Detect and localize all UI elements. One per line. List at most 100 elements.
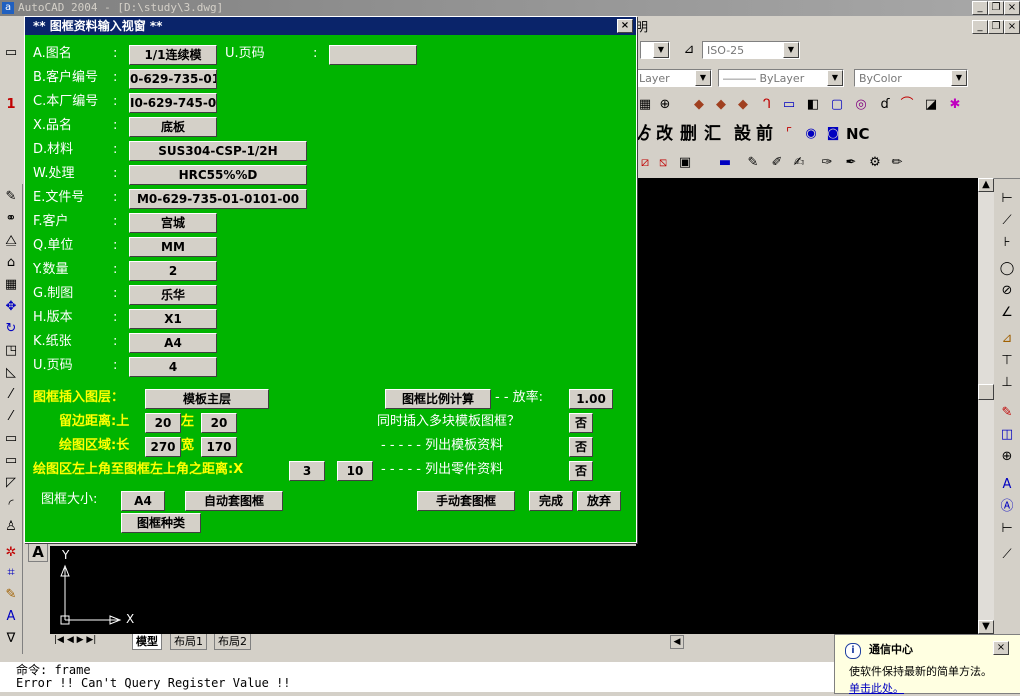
offset-icon[interactable]: ⌂ [2,254,20,272]
tool-wand-icon[interactable]: ✍ [790,154,808,172]
window-icon[interactable]: ▬ [716,154,734,172]
area-length-field[interactable]: 270 [145,437,181,457]
page-field[interactable] [329,45,417,65]
copy-icon[interactable]: ⚭ [2,210,20,228]
corner-icon[interactable]: ⌜ [780,125,798,143]
dialog-close-icon[interactable]: × [617,19,633,33]
list-template-toggle[interactable]: 否 [569,437,593,457]
tool-j-icon[interactable]: ⌒ [898,96,916,114]
rotate-icon[interactable]: ↻ [2,320,20,338]
continue-dim-icon[interactable]: ⊥ [998,374,1016,392]
custom-btn-4[interactable]: 設 [734,123,751,145]
strip-icon-a[interactable]: 1 [2,96,20,114]
unit-field[interactable]: MM [129,237,217,257]
scale-icon[interactable]: ◳ [2,342,20,360]
paper-field[interactable]: A4 [129,333,217,353]
tool-d-icon[interactable]: ᒉ [758,96,776,114]
tab-layout2[interactable]: 布局2 [214,634,251,650]
diameter-dim-icon[interactable]: ⊘ [998,282,1016,300]
tool-brush-icon[interactable]: ✐ [768,154,786,172]
tool-m-icon[interactable]: ✑ [818,154,836,172]
linear-dim-icon[interactable]: ⊢ [998,190,1016,208]
edit-icon[interactable]: ゟ [636,123,653,145]
explode2-icon[interactable]: ♙ [2,518,20,536]
custom-btn-1[interactable]: 改 [656,123,673,145]
hscroll-left-icon[interactable]: ◀ [670,635,684,649]
join-icon[interactable]: ▭ [2,452,20,470]
tool-b-icon[interactable]: ◆ [712,96,730,114]
redline-icon[interactable]: ▣ [676,154,694,172]
tab-model[interactable]: 模型 [132,634,162,650]
customer-no-field[interactable]: 0-629-735-01 [129,69,217,89]
tool-pencil-icon[interactable]: ✎ [744,154,762,172]
tab-nav-first-icon[interactable]: |◀ ◀ ▶ ▶| [54,635,96,645]
strip-icon-b[interactable]: ▭ [2,44,20,62]
tool-c-icon[interactable]: ◆ [734,96,752,114]
drawing-area-upper[interactable] [636,178,978,548]
product-field[interactable]: 底板 [129,117,217,137]
material-field[interactable]: SUS304-CSP-1/2H [129,141,307,161]
tolerance-icon[interactable]: ◫ [998,426,1016,444]
custom-btn-3[interactable]: 汇 [704,123,721,145]
quantity-field[interactable]: 2 [129,261,217,281]
dimtedit-icon[interactable]: Ⓐ [998,498,1016,516]
chamfer-icon[interactable]: ◸ [2,474,20,492]
array-icon[interactable]: ▦ [2,276,20,294]
tool-h-icon[interactable]: ◎ [852,96,870,114]
tool-k-icon[interactable]: ◪ [922,96,940,114]
multi-insert-toggle[interactable]: 否 [569,413,593,433]
layer-combo[interactable]: Layer ▼ [634,69,712,87]
frame-size-button[interactable]: A4 [121,491,165,511]
treatment-field[interactable]: HRC55%%D [129,165,307,185]
list-parts-toggle[interactable]: 否 [569,461,593,481]
manual-frame-button[interactable]: 手动套图框 [417,491,515,511]
ordinate-dim-icon[interactable]: ⊦ [998,234,1016,252]
break-icon[interactable]: ▭ [2,430,20,448]
circle-plus-icon[interactable]: ⊕ [656,96,674,114]
dimstyle2-icon[interactable]: ⟋ [998,546,1016,564]
done-button[interactable]: 完成 [529,491,573,511]
tool-v-icon[interactable]: ∇ [2,630,20,648]
explode-icon[interactable]: ⧄ [636,154,654,172]
custom-btn-5[interactable]: 前 [756,123,773,145]
square-icon[interactable]: ◙ [824,125,842,143]
stretch-icon[interactable]: ◺ [2,364,20,382]
restore-icon[interactable]: ❐ [988,1,1004,15]
scale-calc-button[interactable]: 图框比例计算 [385,389,491,409]
doc-restore-icon[interactable]: ❐ [988,20,1004,34]
layout-text-icon[interactable]: A [28,542,48,562]
tool-g-icon[interactable]: ▢ [828,96,846,114]
scroll-thumb[interactable] [978,384,994,400]
drafter-field[interactable]: 乐华 [129,285,217,305]
dimupdate-icon[interactable]: ⊢ [998,520,1016,538]
file-no-field[interactable]: M0-629-735-01-0101-00 [129,189,307,209]
style-combo[interactable]: ▼ [640,41,670,59]
center-mark-icon[interactable]: ⊕ [998,448,1016,466]
insert-layer-button[interactable]: 模板主层 [145,389,269,409]
target-icon[interactable]: ◉ [802,125,820,143]
tab-layout1[interactable]: 布局1 [170,634,207,650]
tool-z-icon[interactable]: ✎ [2,586,20,604]
drawing-area[interactable]: Y X [50,546,978,634]
erase-icon[interactable]: ✎ [2,188,20,206]
scroll-down-icon[interactable]: ▼ [978,620,994,634]
custom-btn-2[interactable]: 删 [680,123,697,145]
baseline-dim-icon[interactable]: ⊤ [998,352,1016,370]
grid-icon[interactable]: ▦ [636,96,654,114]
color-combo[interactable]: ByColor ▼ [854,69,968,87]
nc-button[interactable]: NC [846,123,870,145]
tool-x-icon[interactable]: ✲ [2,544,20,562]
aligned-dim-icon[interactable]: ⟋ [998,212,1016,230]
tool-l-icon[interactable]: ✱ [946,96,964,114]
drawing-name-field[interactable]: 1/1连续模 [129,45,217,65]
matchprop-icon[interactable]: ⧅ [654,154,672,172]
trim-icon[interactable]: ⁄ [2,386,20,404]
customer-field[interactable]: 宫城 [129,213,217,233]
tool-e-icon[interactable]: ▭ [780,96,798,114]
abandon-button[interactable]: 放弃 [577,491,621,511]
vertical-scrollbar[interactable]: ▲ ▼ [978,178,994,634]
version-field[interactable]: X1 [129,309,217,329]
move-icon[interactable]: ✥ [2,298,20,316]
offset-y-field[interactable]: 10 [337,461,373,481]
tool-n-icon[interactable]: ✒ [842,154,860,172]
